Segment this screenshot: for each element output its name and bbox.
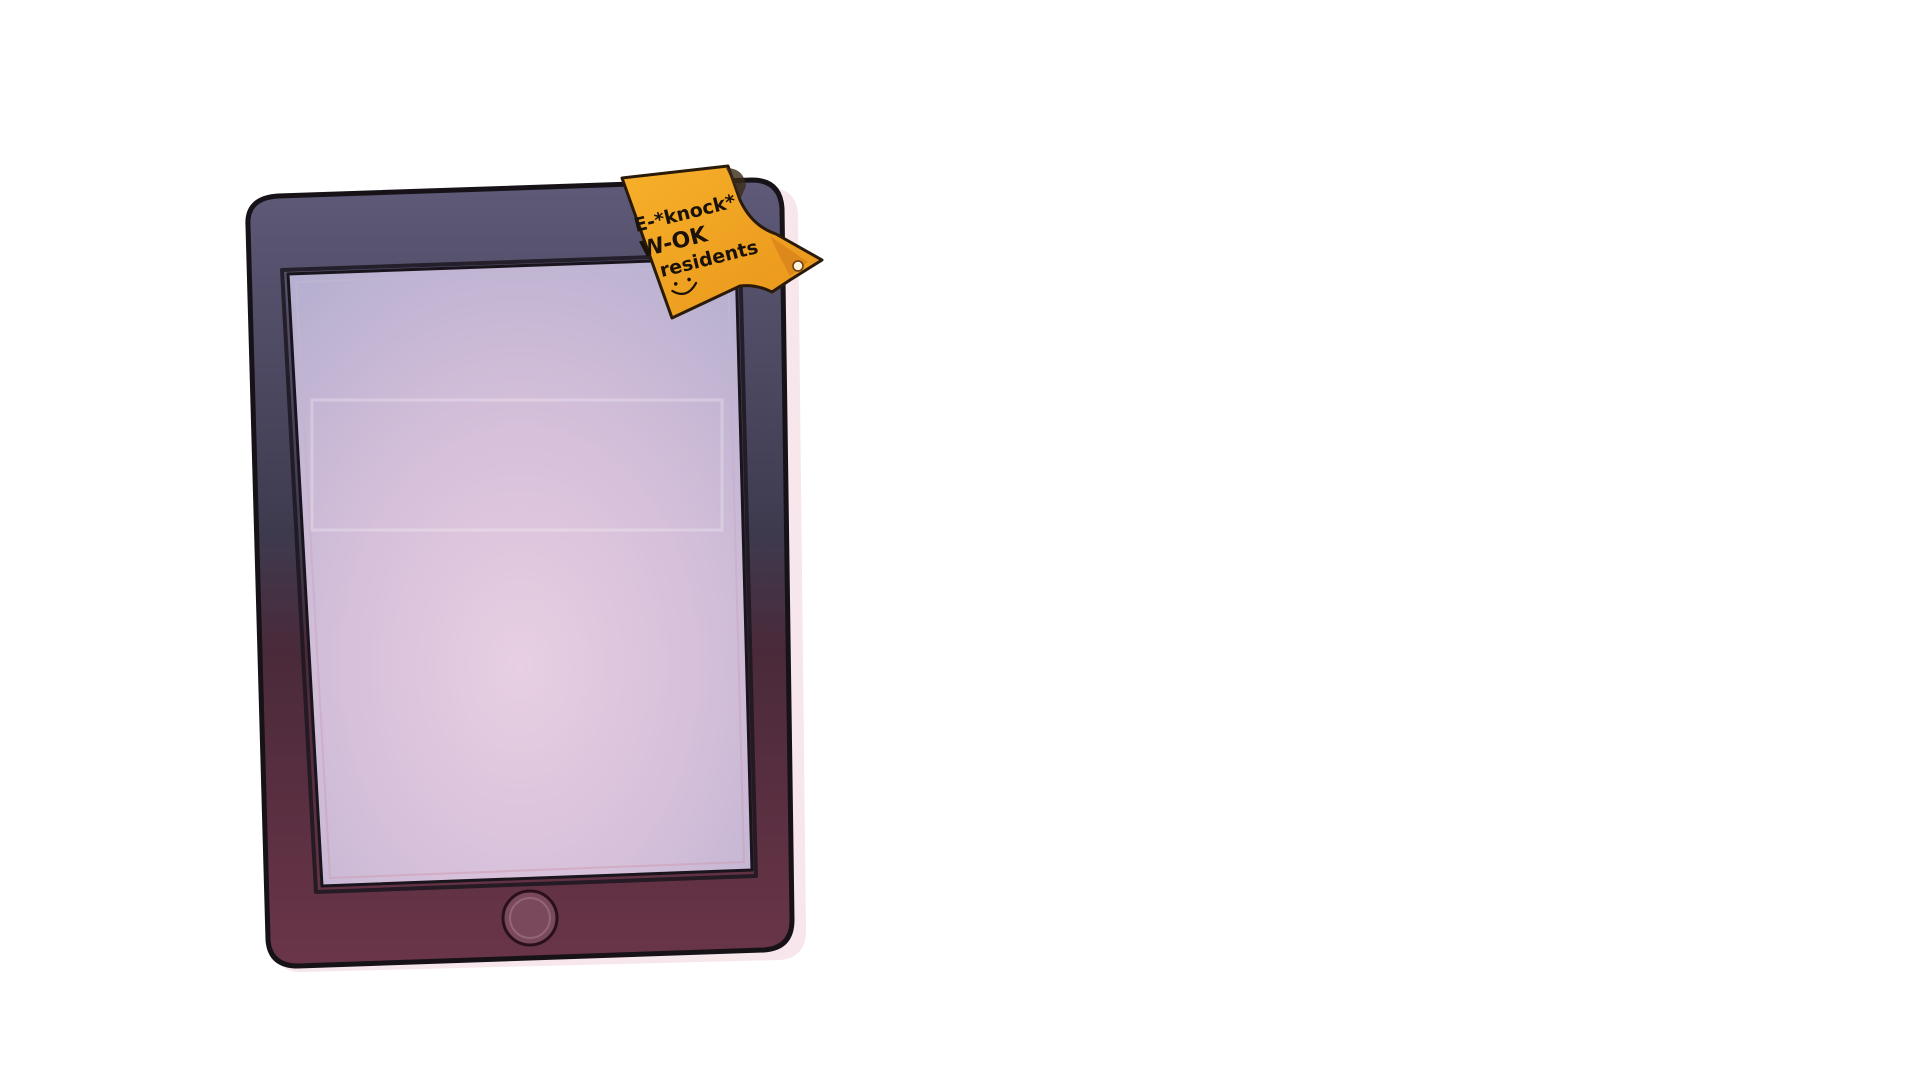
pin-dot-icon: [792, 260, 804, 272]
circle-home-button-icon[interactable]: [501, 889, 559, 947]
game-scene: E-*knock* W-OK residents: [245, 164, 824, 972]
tablet-screen[interactable]: [286, 256, 754, 888]
